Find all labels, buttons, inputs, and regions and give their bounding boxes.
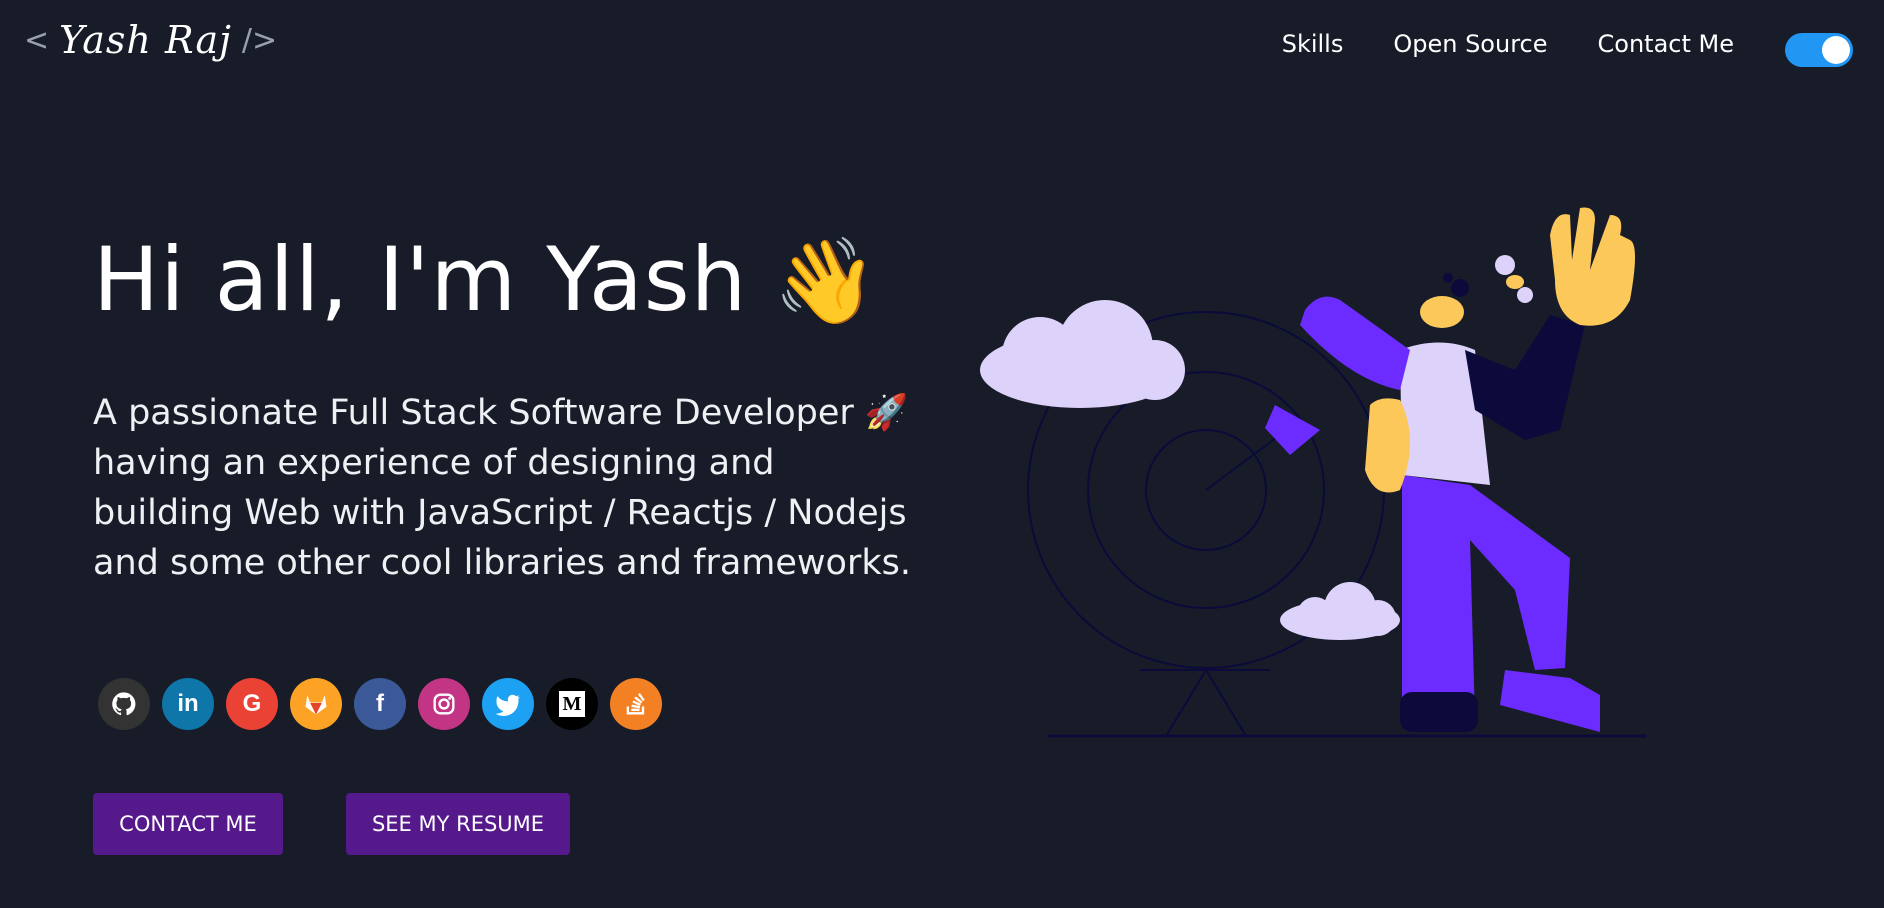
nav: Skills Open Source Contact Me <box>1282 30 1734 58</box>
twitter-icon[interactable] <box>482 678 534 730</box>
page: < Yash Raj /> Skills Open Source Contact… <box>0 0 1884 908</box>
arrow-graphic <box>1205 405 1320 491</box>
facebook-icon[interactable]: f <box>354 678 406 730</box>
person-graphic <box>1300 207 1635 732</box>
linkedin-icon[interactable]: in <box>162 678 214 730</box>
instagram-icon[interactable] <box>418 678 470 730</box>
medium-glyph: M <box>559 691 585 717</box>
github-icon[interactable] <box>98 678 150 730</box>
logo-close-bracket: /> <box>241 22 278 58</box>
nav-item-contact-me[interactable]: Contact Me <box>1598 30 1734 58</box>
header: < Yash Raj /> Skills Open Source Contact… <box>0 0 1884 96</box>
cloud-large <box>980 300 1185 408</box>
stackoverflow-icon[interactable] <box>610 678 662 730</box>
greeting-text: Hi all, I'm Yash <box>93 228 748 331</box>
logo[interactable]: < Yash Raj /> <box>24 18 277 62</box>
gitlab-icon[interactable] <box>290 678 342 730</box>
theme-toggle[interactable] <box>1785 33 1853 67</box>
see-my-resume-button[interactable]: SEE MY RESUME <box>346 793 570 855</box>
subtitle: A passionate Full Stack Software Develop… <box>93 393 911 583</box>
wave-emoji: 👋 <box>773 232 879 330</box>
contact-me-button[interactable]: CONTACT ME <box>93 793 283 855</box>
google-icon[interactable]: G <box>226 678 278 730</box>
medium-icon[interactable]: M <box>546 678 598 730</box>
toggle-knob <box>1822 36 1850 64</box>
cloud-small <box>1280 582 1400 640</box>
nav-item-skills[interactable]: Skills <box>1282 30 1344 58</box>
logo-open-bracket: < <box>24 22 50 58</box>
logo-name: Yash Raj <box>59 18 232 62</box>
hero-illustration <box>980 207 1646 738</box>
greeting-heading: Hi all, I'm Yash 👋 <box>93 228 879 331</box>
nav-item-open-source[interactable]: Open Source <box>1393 30 1547 58</box>
social-links: in G f M <box>98 678 662 730</box>
